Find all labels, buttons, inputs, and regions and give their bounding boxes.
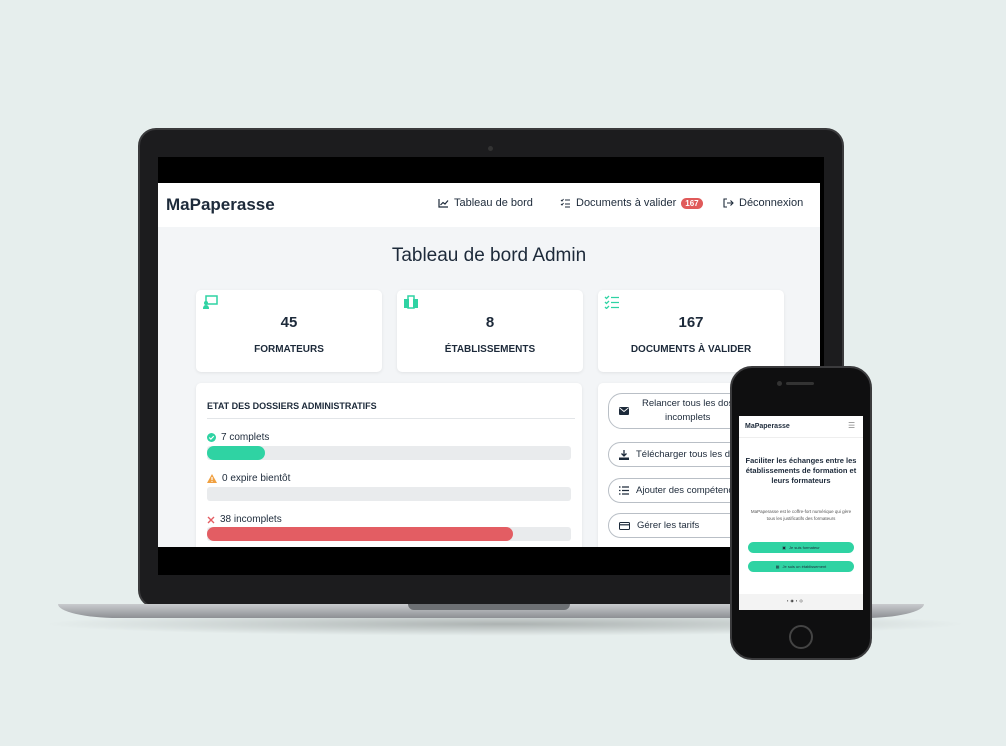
nav-documents[interactable]: Documents à valider 167 — [560, 197, 703, 209]
add-skills-label: Ajouter des compétenc — [636, 485, 734, 496]
buildings-icon: ▦ — [775, 564, 780, 569]
progress-complets — [207, 446, 571, 460]
status-incomplets-label: 38 incomplets — [220, 514, 282, 525]
nav-dashboard[interactable]: Tableau de bord — [438, 197, 533, 209]
mobile-formateur-button[interactable]: ▣ Je suis formateur — [748, 542, 854, 553]
buildings-icon — [404, 295, 418, 309]
stat-formateurs-value: 45 — [280, 314, 298, 331]
hamburger-menu-icon[interactable]: ☰ — [848, 421, 855, 430]
app-header: MaPaperasse Tableau de bord Documents à … — [158, 183, 820, 227]
status-complets: 7 complets — [207, 432, 269, 443]
mobile-formateur-label: Je suis formateur — [789, 545, 820, 550]
social-icons[interactable]: ▪◉▪◎ — [787, 598, 805, 603]
stat-card-formateurs[interactable]: 45 FORMATEURS — [196, 290, 382, 372]
phone-speaker — [786, 382, 814, 385]
nav-documents-label: Documents à valider — [576, 197, 677, 209]
mobile-footer: ▪◉▪◎ — [739, 594, 863, 610]
check-circle-icon — [207, 433, 216, 442]
relaunch-label-line2: incomplets — [664, 412, 711, 423]
checklist-icon — [604, 295, 619, 309]
app-logo[interactable]: MaPaperasse — [166, 195, 275, 215]
mobile-header: MaPaperasse ☰ — [739, 416, 863, 438]
status-expire: 0 expire bientôt — [207, 473, 290, 484]
status-incomplets: 38 incomplets — [207, 514, 282, 525]
stat-documents-label: DOCUMENTS À VALIDER — [630, 344, 752, 355]
download-label: Télécharger tous les do — [636, 449, 736, 460]
stat-etablissements-label: ÉTABLISSEMENTS — [444, 344, 536, 355]
mobile-etablissement-label: Je suis un établissement — [782, 564, 827, 569]
stat-documents-value: 167 — [678, 314, 704, 331]
nav-logout[interactable]: Déconnexion — [723, 197, 803, 209]
logout-icon — [723, 198, 734, 208]
status-expire-label: 0 expire bientôt — [222, 473, 291, 484]
envelope-icon — [619, 407, 629, 415]
progress-complets-fill — [207, 446, 266, 460]
stat-etablissements-value: 8 — [485, 314, 495, 331]
dossiers-title: ETAT DES DOSSIERS ADMINISTRATIFS — [207, 401, 377, 411]
stat-formateurs-label: FORMATEURS — [254, 344, 324, 355]
progress-expire — [207, 487, 571, 501]
mobile-logo[interactable]: MaPaperasse — [745, 423, 790, 430]
laptop-camera — [488, 146, 493, 151]
cross-icon — [207, 516, 215, 523]
download-icon — [619, 449, 629, 460]
phone-home-button[interactable] — [789, 625, 813, 649]
documents-count-badge: 167 — [681, 197, 703, 209]
status-complets-label: 7 complets — [221, 432, 270, 443]
chalkboard-teacher-icon — [203, 295, 218, 309]
dossiers-panel: ETAT DES DOSSIERS ADMINISTRATIFS 7 compl… — [196, 383, 582, 547]
chalkboard-teacher-icon: ▣ — [782, 545, 787, 550]
phone-screen: MaPaperasse ☰ Faciliter les échanges ent… — [739, 416, 863, 610]
laptop-screen: MaPaperasse Tableau de bord Documents à … — [158, 183, 820, 547]
list-icon — [619, 486, 629, 495]
credit-card-icon — [619, 521, 630, 530]
nav-dashboard-label: Tableau de bord — [454, 197, 533, 209]
divider — [207, 418, 575, 419]
stat-card-etablissements[interactable]: 8 ÉTABLISSEMENTS — [397, 290, 583, 372]
progress-incomplets — [207, 527, 571, 541]
page-title: Tableau de bord Admin — [391, 245, 587, 266]
relaunch-label-line1: Relancer tous les dos — [642, 398, 734, 409]
manage-rates-label: Gérer les tarifs — [637, 520, 700, 531]
chart-line-icon — [438, 199, 449, 208]
list-check-icon — [560, 198, 570, 208]
phone-camera — [777, 381, 782, 386]
mobile-etablissement-button[interactable]: ▦ Je suis un établissement — [748, 561, 854, 572]
progress-incomplets-fill — [207, 527, 513, 541]
warning-icon — [207, 474, 217, 483]
mobile-description: MaPaperasse est le coffre-fort numérique… — [750, 509, 852, 521]
stat-card-documents[interactable]: 167 DOCUMENTS À VALIDER — [598, 290, 784, 372]
laptop-base-notch — [408, 604, 570, 610]
nav-logout-label: Déconnexion — [739, 197, 804, 209]
mobile-headline: Faciliter les échanges entre les établis… — [745, 456, 857, 485]
